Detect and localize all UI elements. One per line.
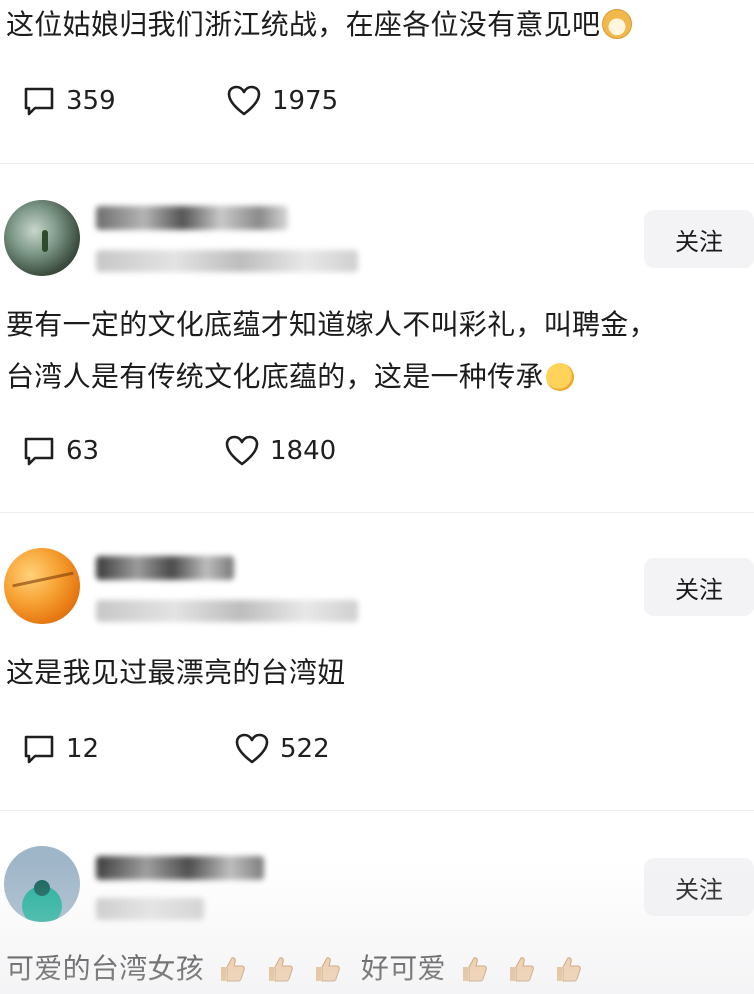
username-redacted[interactable] <box>96 856 264 880</box>
heart-outline-icon <box>225 435 259 466</box>
thumbs-up-emoji-icon <box>510 957 535 982</box>
avatar-ball-line <box>12 571 74 588</box>
thumbs-up-emoji-icon <box>268 957 293 982</box>
divider <box>0 512 754 513</box>
heart-outline-icon <box>235 733 269 764</box>
thumbs-up-emoji-icon <box>221 957 246 982</box>
meta-redacted <box>96 250 358 272</box>
comment-3-text: 这是我见过最漂亮的台湾妞 <box>6 652 346 694</box>
thumbs-up-emoji-icon <box>557 957 582 982</box>
speech-bubble-icon <box>24 735 54 764</box>
like-count: 1840 <box>270 436 337 466</box>
follow-label: 关注 <box>675 875 723 904</box>
meta-redacted <box>96 600 358 622</box>
comment-1-line-1: 这位姑娘归我们浙江统战，在座各位没有意见吧 <box>6 8 601 41</box>
comment-4-text-a: 可爱的台湾女孩 <box>6 952 205 985</box>
comment-1-text: 这位姑娘归我们浙江统战，在座各位没有意见吧 <box>6 4 633 46</box>
divider <box>0 810 754 811</box>
avatar[interactable] <box>4 548 80 624</box>
avatar[interactable] <box>4 200 80 276</box>
avatar-monster-eye <box>34 880 50 896</box>
follow-label: 关注 <box>675 575 723 604</box>
comment-4-text-b: 好可爱 <box>360 952 446 985</box>
like-count: 1975 <box>272 86 339 116</box>
comment-2-line-1: 要有一定的文化底蕴才知道嫁人不叫彩礼，叫聘金， <box>6 308 657 341</box>
meta-redacted <box>96 898 204 920</box>
speech-bubble-icon <box>24 437 54 466</box>
comment-2-like-button[interactable]: 1840 <box>224 434 336 468</box>
comment-3-line-1: 这是我见过最漂亮的台湾妞 <box>6 656 346 689</box>
heart-outline-icon <box>227 85 261 116</box>
follow-label: 关注 <box>675 227 723 256</box>
thinking-face-emoji-icon <box>545 363 574 391</box>
comment-4-text: 可爱的台湾女孩 好可爱 <box>6 948 587 990</box>
follow-button[interactable]: 关注 <box>644 558 754 616</box>
dog-face-emoji-icon <box>602 9 633 39</box>
like-count: 522 <box>280 734 330 764</box>
thumbs-up-emoji-icon <box>463 957 487 982</box>
avatar-figure <box>42 230 48 252</box>
follow-button[interactable]: 关注 <box>644 210 754 268</box>
comment-3-like-button[interactable]: 522 <box>234 732 330 766</box>
avatar[interactable] <box>4 846 80 922</box>
reply-count: 63 <box>66 436 100 466</box>
username-redacted[interactable] <box>96 206 288 230</box>
comment-2-reply-button[interactable]: 63 <box>22 434 99 468</box>
divider <box>0 163 754 164</box>
comment-3-reply-button[interactable]: 12 <box>22 732 99 766</box>
comment-1-like-button[interactable]: 1975 <box>226 84 338 118</box>
comment-2-text: 要有一定的文化底蕴才知道嫁人不叫彩礼，叫聘金， 台湾人是有传统文化底蕴的，这是一… <box>6 304 657 398</box>
speech-bubble-icon <box>24 87 54 116</box>
reply-count: 12 <box>66 734 100 764</box>
reply-count: 359 <box>66 86 116 116</box>
comment-1-reply-button[interactable]: 359 <box>22 84 116 118</box>
follow-button[interactable]: 关注 <box>644 858 754 916</box>
username-redacted[interactable] <box>96 556 234 580</box>
comment-2-line-2: 台湾人是有传统文化底蕴的，这是一种传承 <box>6 360 544 393</box>
thumbs-up-emoji-icon <box>315 957 340 982</box>
